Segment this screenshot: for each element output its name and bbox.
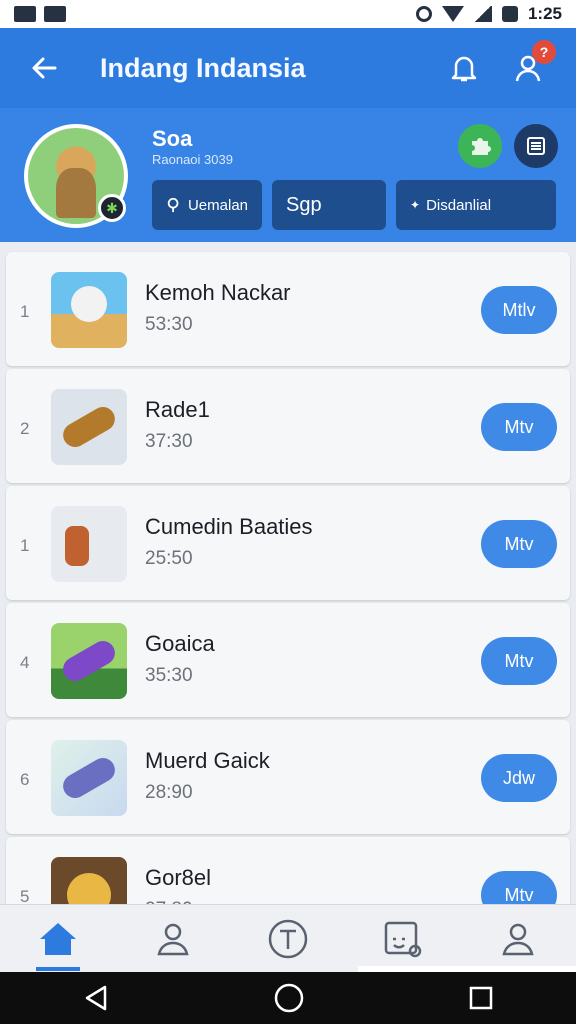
game-list: 1 Kemoh Nackar 53:30 Mtlv 2 Rade1 37:30 … [6,252,570,954]
nav-timer[interactable] [258,909,318,969]
back-triangle-icon[interactable] [81,983,111,1013]
bottom-nav [0,904,576,972]
game-title: Cumedin Baaties [145,514,313,539]
puzzle-icon [472,138,491,155]
game-time: 25:50 [145,548,193,569]
rank-number: 4 [20,653,30,672]
nav-home[interactable] [28,909,88,971]
move-button[interactable]: Mtv [481,637,557,685]
move-button[interactable]: Mtv [481,403,557,451]
game-title: Gor8el [145,865,212,890]
rank-number: 2 [20,419,30,438]
game-time: 35:30 [145,665,193,686]
game-time: 28:90 [145,782,193,803]
home-circle-icon[interactable] [273,982,305,1014]
disdanlial-pill-button[interactable]: ✦ Disdanlial [396,180,556,230]
rank-number: 6 [20,770,30,789]
sparkle-icon: ✦ [410,198,421,212]
avatar[interactable]: ✱ [24,124,128,228]
system-nav [0,972,576,1024]
game-title: Rade1 [145,397,210,422]
list-icon [527,137,545,155]
nav-account[interactable] [488,909,548,969]
status-dot-icon: ✱ [98,194,126,222]
list-item[interactable]: 1 Kemoh Nackar 53:30 Mtlv [6,252,570,366]
notifications-button[interactable] [440,44,488,92]
pill-label-3: Disdanlial [426,196,492,214]
game-thumbnail [51,506,127,582]
nav-profile[interactable] [143,909,203,969]
move-button[interactable]: Jdw [481,754,557,802]
game-thumbnail [51,740,127,816]
search-icon [167,197,179,213]
timer-icon [268,919,308,958]
battery-icon [501,6,518,22]
achievement-button[interactable] [458,124,502,168]
list-item[interactable]: 6 Muerd Gaick 28:90 Jdw [6,720,570,834]
app-icon [44,6,66,22]
profile-subtitle: Raonaoi 3039 [152,152,233,167]
profile-name: Soa [152,126,193,151]
gallery-icon [384,921,422,957]
recents-square-icon[interactable] [467,984,495,1012]
game-title: Goaica [145,631,215,656]
app-bar: Indang Indansia ? [0,28,576,108]
home-icon [39,922,76,955]
game-time: 37:30 [145,431,193,452]
profile-icon [157,923,189,955]
game-thumbnail [51,272,127,348]
game-title: Kemoh Nackar [145,280,291,305]
arrow-left-icon [32,57,57,79]
search-pill-button[interactable]: Uemalan [152,180,262,230]
game-thumbnail [51,623,127,699]
list-item[interactable]: 4 Goaica 35:30 Mtv [6,603,570,717]
nav-gallery[interactable] [373,909,433,969]
back-button[interactable] [22,46,66,90]
friends-button[interactable]: ? [506,40,556,92]
game-title: Muerd Gaick [145,748,270,773]
app-title: Indang Indansia [100,52,306,83]
rank-number: 1 [20,536,30,555]
menu-button[interactable] [514,124,558,168]
game-thumbnail [51,389,127,465]
game-time: 53:30 [145,314,193,335]
signal-icon [473,6,492,22]
account-icon [502,923,534,955]
profile-header: ✱ Soa Raonaoi 3039 Uemalan Sgp ✦ Disdanl… [0,108,576,242]
notification-icon [14,6,36,22]
list-item[interactable]: 2 Rade1 37:30 Mtv [6,369,570,483]
bell-icon [451,56,477,82]
wifi-icon [441,6,464,22]
pill-label-2: Sgp [286,193,322,216]
pill-label-1: Uemalan [187,196,248,214]
sgp-pill-button[interactable]: Sgp [272,180,386,230]
rank-number: 1 [20,302,30,321]
status-time: 1:25 [527,4,562,23]
friends-badge: ? [532,40,556,64]
mute-icon [415,6,432,22]
list-item[interactable]: 1 Cumedin Baaties 25:50 Mtv [6,486,570,600]
move-button[interactable]: Mtlv [481,286,557,334]
move-button[interactable]: Mtv [481,520,557,568]
status-bar: 1:25 [0,0,576,28]
